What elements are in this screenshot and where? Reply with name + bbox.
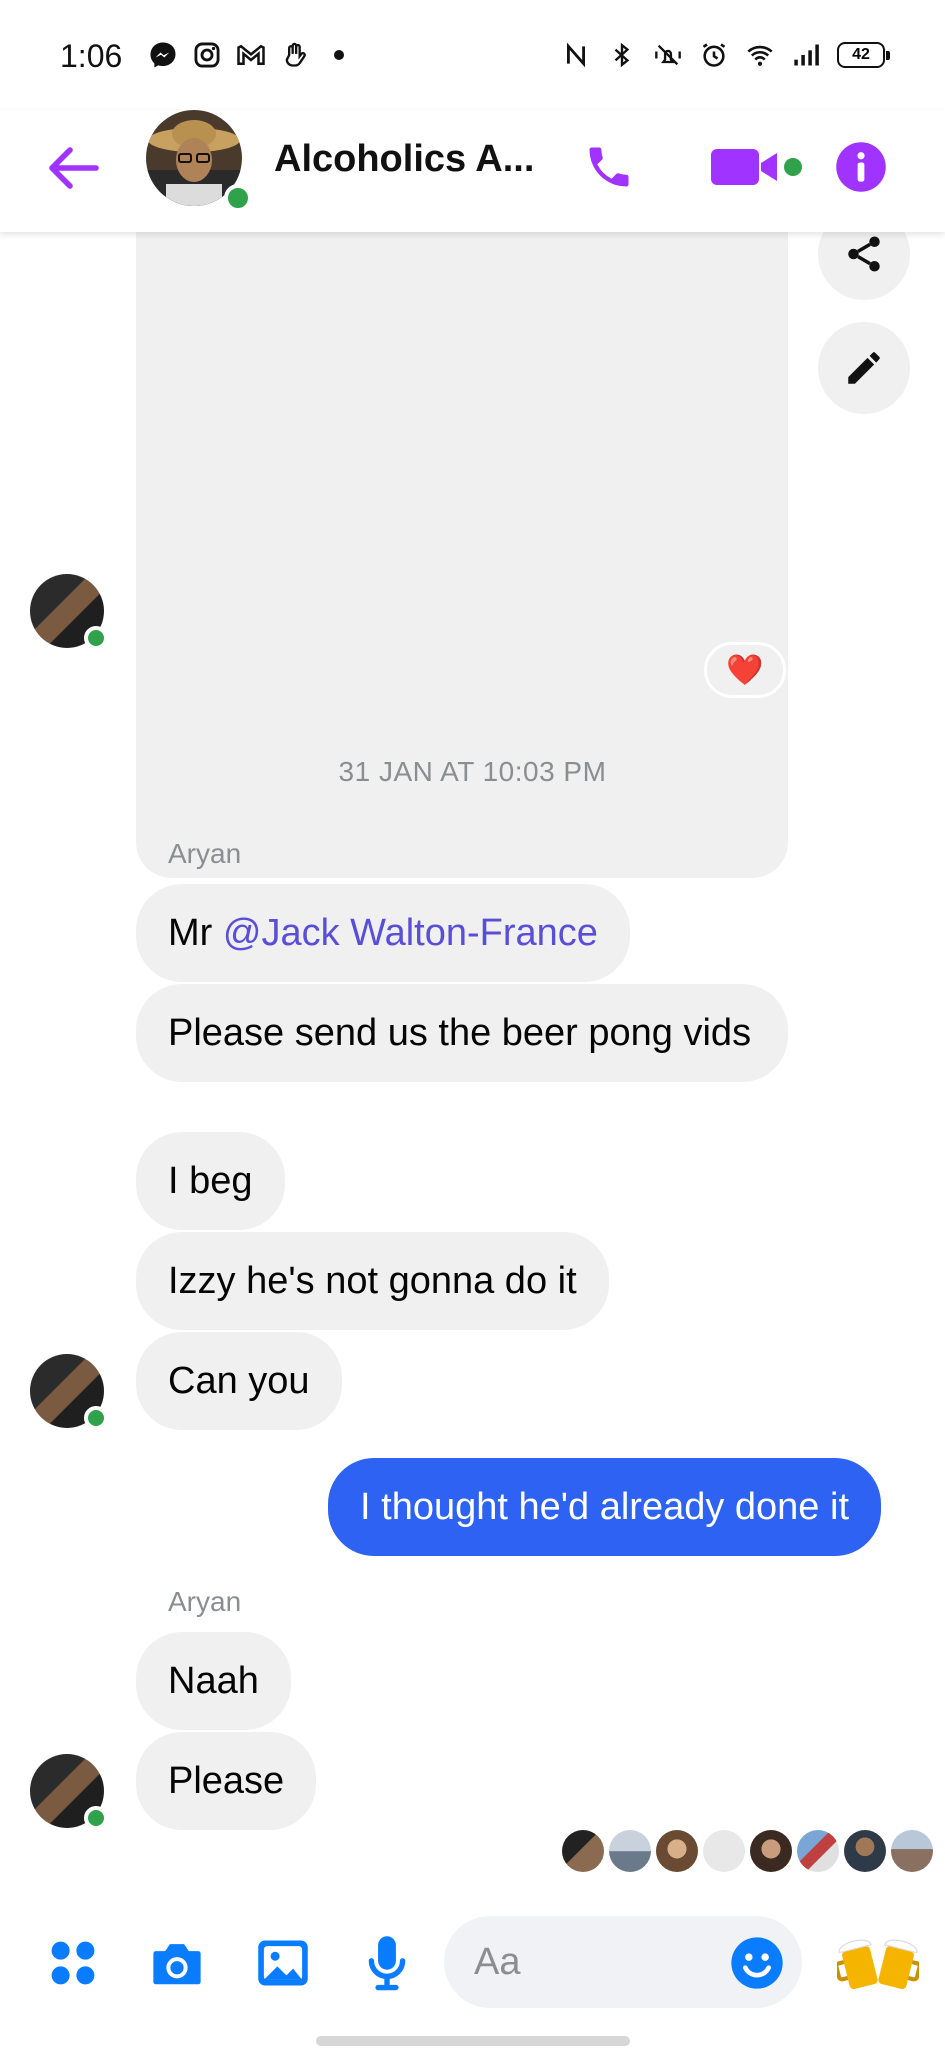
- actions-menu-button[interactable]: [38, 1928, 108, 1998]
- message-composer: [0, 1912, 945, 2048]
- sender-name: Aryan: [168, 1586, 242, 1617]
- vibrate-icon: [653, 40, 683, 70]
- phone-icon: [589, 147, 629, 187]
- gallery-button[interactable]: [248, 1928, 318, 1998]
- sender-avatar[interactable]: [30, 574, 108, 650]
- mention-link[interactable]: @Jack Walton-France: [223, 912, 598, 954]
- nfc-icon: [561, 40, 591, 70]
- message-text: Mr: [168, 912, 223, 954]
- seen-avatar: [750, 1830, 792, 1872]
- message-bubble[interactable]: Please send us the beer pong vids: [136, 984, 788, 1082]
- alarm-icon: [699, 40, 729, 70]
- online-indicator: [84, 626, 108, 650]
- my-message-bubble[interactable]: I thought he'd already done it: [328, 1458, 881, 1556]
- sender-name: Aryan: [168, 838, 242, 869]
- wifi-icon: [745, 40, 775, 70]
- microphone-icon: [368, 1936, 406, 1991]
- dot-icon: [324, 40, 354, 70]
- voice-call-button[interactable]: [574, 132, 644, 202]
- hand-icon: [280, 40, 310, 70]
- message-bubble[interactable]: Can you: [136, 1332, 342, 1430]
- battery-level: 42: [852, 46, 870, 63]
- info-button[interactable]: [826, 132, 896, 202]
- message-bubble[interactable]: I beg: [136, 1132, 285, 1230]
- home-indicator[interactable]: [316, 2036, 630, 2046]
- emoji-button[interactable]: [722, 1928, 792, 1998]
- online-indicator: [84, 1806, 108, 1830]
- message-timestamp: 31 JAN AT 10:03 PM: [338, 756, 607, 787]
- notification-icons: [148, 40, 354, 70]
- system-icons: 42: [561, 40, 890, 70]
- message-list[interactable]: ❤️ 31 JAN AT 10:03 PM Aryan Mr @Jack Wal…: [0, 232, 945, 1912]
- seen-avatar: [891, 1830, 933, 1872]
- message-bubble[interactable]: Naah: [136, 1632, 291, 1730]
- back-button[interactable]: [44, 138, 104, 198]
- gmail-icon: [236, 40, 266, 70]
- pencil-icon: [848, 352, 880, 384]
- message-bubble[interactable]: Izzy he's not gonna do it: [136, 1232, 609, 1330]
- conversation-title[interactable]: Alcoholics A...: [274, 138, 534, 181]
- video-call-button[interactable]: [700, 132, 810, 202]
- quick-reaction-beer-button[interactable]: [836, 1922, 920, 2002]
- image-icon: [258, 1940, 308, 1986]
- seen-avatar: [562, 1830, 604, 1872]
- info-icon: [836, 142, 886, 192]
- seen-avatar: [656, 1830, 698, 1872]
- sender-avatar[interactable]: [30, 1354, 108, 1430]
- battery-icon: 42: [837, 42, 890, 68]
- video-camera-icon: [711, 149, 802, 185]
- seen-avatar: [703, 1830, 745, 1872]
- edit-button[interactable]: [818, 322, 910, 414]
- instagram-icon: [192, 40, 222, 70]
- group-avatar[interactable]: [146, 110, 252, 212]
- seen-avatar: [844, 1830, 886, 1872]
- beer-mugs-icon: [837, 1939, 919, 1990]
- camera-icon: [153, 1944, 201, 1985]
- status-bar: 1:06 42: [0, 0, 945, 110]
- read-receipts[interactable]: [562, 1830, 933, 1872]
- back-arrow-icon: [49, 147, 99, 189]
- sender-avatar[interactable]: [30, 1754, 108, 1830]
- share-button[interactable]: [818, 232, 910, 300]
- seen-avatar: [609, 1830, 651, 1872]
- chat-header: Alcoholics A...: [0, 110, 945, 232]
- camera-button[interactable]: [142, 1928, 212, 1998]
- bluetooth-icon: [607, 40, 637, 70]
- smiley-icon: [731, 1937, 783, 1989]
- voice-message-button[interactable]: [352, 1928, 422, 1998]
- signal-icon: [791, 40, 821, 70]
- online-indicator: [84, 1406, 108, 1430]
- message-bubble[interactable]: Mr @Jack Walton-France: [136, 884, 630, 982]
- four-dots-icon: [51, 1941, 95, 1985]
- messenger-icon: [148, 40, 178, 70]
- seen-avatar: [797, 1830, 839, 1872]
- status-time: 1:06: [60, 38, 123, 74]
- heart-reaction[interactable]: ❤️: [704, 642, 786, 698]
- share-icon: [848, 236, 880, 272]
- message-bubble[interactable]: Please: [136, 1732, 317, 1830]
- online-indicator: [224, 184, 252, 212]
